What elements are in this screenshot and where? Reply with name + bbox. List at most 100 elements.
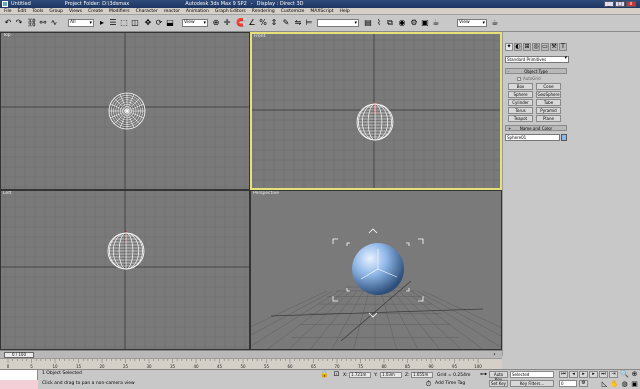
snap-3d-icon[interactable]: 🧲 [236,18,246,28]
arc-rotate-icon[interactable]: ◍ [620,380,629,388]
menu-customize[interactable]: Customize [278,9,308,14]
render-frame-icon[interactable]: ▣ [420,18,430,28]
lock-selection-icon[interactable]: 🔒 [320,370,329,378]
schematic-view-icon[interactable]: ⧉ [385,18,395,28]
maxscript-listener[interactable] [0,370,38,389]
field-of-view-icon[interactable]: ◺ [600,380,609,388]
object-type-rollout[interactable]: - Object Type [505,68,567,74]
autogrid-checkbox[interactable]: AutoGrid [517,76,541,81]
auto-key-icon[interactable]: ⊶ [479,370,488,378]
viewport-top-label[interactable]: Top [3,33,11,38]
hierarchy-tab-icon[interactable]: ⊞ [523,43,531,51]
viewport-top[interactable]: Top [0,32,250,190]
utilities-tab-icon[interactable]: ⚒ [550,43,558,51]
menu-character[interactable]: Character [133,9,161,14]
spinner-snap-icon[interactable]: ⇕ [269,18,279,28]
menu-views[interactable]: Views [66,9,85,14]
render-production-icon[interactable]: ☕ [490,18,500,28]
display-tab-icon[interactable]: ▭ [541,43,549,51]
motion-tab-icon[interactable]: ◎ [532,43,540,51]
manipulate-icon[interactable]: ✛ [222,18,232,28]
close-button[interactable]: x [626,1,636,7]
edit-named-sel-icon[interactable]: ✎ [281,18,291,28]
selection-filter-select[interactable]: All [68,19,94,27]
object-color-swatch[interactable] [561,134,567,141]
geosphere-button[interactable]: GeoSphere [536,91,561,98]
go-to-start-icon[interactable]: ⏮ [559,371,568,378]
next-frame-icon[interactable]: ▸ [589,371,598,378]
undo-icon[interactable]: ↶ [3,18,13,28]
menu-group[interactable]: Group [46,9,66,14]
primitive-category-select[interactable]: Standard Primitives [505,56,569,63]
minimize-button[interactable]: _ [604,1,614,7]
z-coord-field[interactable]: 1.655m [411,372,433,378]
maximize-viewport-icon[interactable]: ▣ [630,380,639,388]
modify-tab-icon[interactable]: ◐ [514,43,522,51]
name-color-rollout[interactable]: + Name and Color [505,125,567,131]
app-icon[interactable] [2,1,8,7]
cone-button[interactable]: Cone [536,83,561,90]
quick-render-icon[interactable]: ☕ [431,18,441,28]
menu-edit[interactable]: Edit [15,9,30,14]
move-icon[interactable]: ✥ [143,18,153,28]
zoom-all-icon[interactable]: ⊕ [630,370,639,378]
play-icon[interactable]: ▸ [579,371,588,378]
menu-help[interactable]: Help [337,9,353,14]
unlink-icon[interactable]: ⚯ [38,18,48,28]
curve-editor-icon[interactable]: ⌇ [374,18,384,28]
sphere-button[interactable]: Sphere [508,91,533,98]
key-filters-button[interactable]: Key Filters... [510,380,554,387]
teapot-button[interactable]: Teapot [508,115,533,122]
pyramid-button[interactable]: Pyramid [536,107,561,114]
zoom-icon[interactable]: 🔍 [620,370,629,378]
track-bar[interactable]: 0 5 10 15 20 25 30 35 40 45 50 55 60 65 70 75 80 85 90 95 10… [0,358,502,369]
rect-selection-icon[interactable]: ⬚ [119,18,129,28]
render-type-select[interactable]: View [457,19,487,27]
percent-snap-icon[interactable]: % [258,18,268,28]
auto-key-button[interactable]: Auto Key [489,371,508,382]
time-slider[interactable]: 0 / 100 › [0,350,502,358]
window-crossing-icon[interactable]: ◫ [130,18,140,28]
viewport-left[interactable]: Left [0,190,250,350]
align-icon[interactable]: ⊨ [304,18,314,28]
x-coord-field[interactable]: 1.721m [349,372,371,378]
menu-file[interactable]: File [1,9,15,14]
maximize-button[interactable]: □ [615,1,625,7]
plane-button[interactable]: Plane [536,115,561,122]
material-editor-icon[interactable]: ◉ [397,18,407,28]
current-frame-field[interactable]: 0 [559,380,577,387]
absolute-mode-icon[interactable]: ⊡ [332,370,341,378]
time-tag-icon[interactable]: ⏱ [424,380,433,388]
viewport-perspective-label[interactable]: Perspective [253,191,279,196]
time-config-icon[interactable]: ⚙ [579,380,588,387]
y-coord-field[interactable]: 1.03m [380,372,402,378]
torus-button[interactable]: Torus [508,107,533,114]
menu-tools[interactable]: Tools [29,9,46,14]
viewport-perspective[interactable]: Perspective [250,190,502,350]
viewport-front[interactable]: Front [250,32,502,190]
redo-icon[interactable]: ↷ [14,18,24,28]
set-key-button[interactable]: Set Key [489,380,508,387]
bind-spacewarp-icon[interactable]: ∿ [49,18,59,28]
menu-graph-editors[interactable]: Graph Editors [212,9,249,14]
viewport-left-label[interactable]: Left [3,191,11,196]
key-mode-select[interactable]: Selected [510,371,554,378]
pivot-center-icon[interactable]: ⊕ [211,18,221,28]
select-link-icon[interactable]: ⛓ [27,18,37,28]
rotate-icon[interactable]: ⟳ [154,18,164,28]
menu-rendering[interactable]: Rendering [249,9,278,14]
pin-icon[interactable]: T [559,43,567,51]
scale-icon[interactable]: ⬓ [165,18,175,28]
menu-modifiers[interactable]: Modifiers [106,9,133,14]
angle-snap-icon[interactable]: ∠ [247,18,257,28]
viewport-front-label[interactable]: Front [254,34,265,39]
menu-animation[interactable]: Animation [183,9,212,14]
tube-button[interactable]: Tube [536,99,561,106]
menu-maxscript[interactable]: MAXScript [307,9,336,14]
named-selection-select[interactable] [317,19,359,27]
pan-icon[interactable]: ✋ [610,380,619,388]
go-to-end-icon[interactable]: ⏭ [599,371,608,378]
select-object-icon[interactable]: ▸ [97,18,107,28]
menu-reactor[interactable]: reactor [161,9,183,14]
add-time-tag[interactable]: Add Time Tag [435,381,465,386]
